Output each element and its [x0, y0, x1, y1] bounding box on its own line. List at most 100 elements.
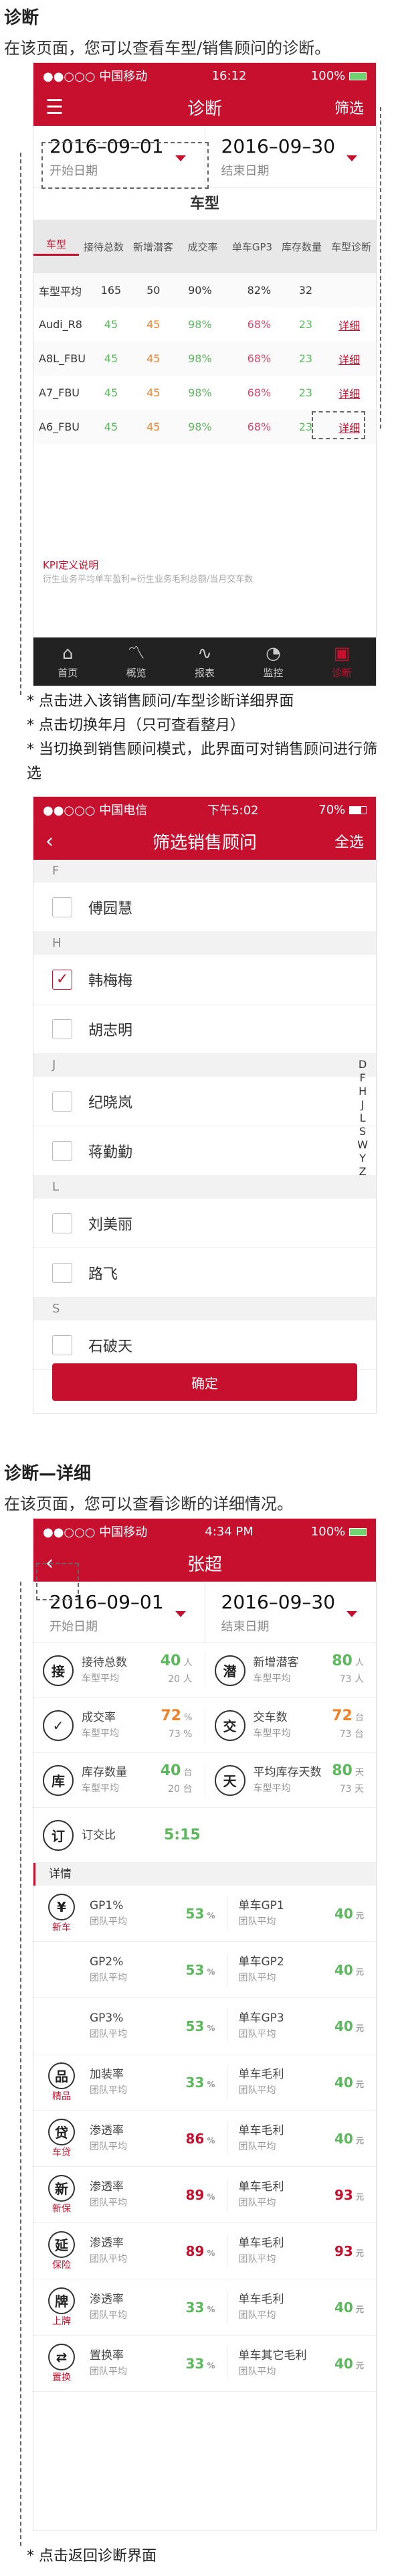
checkbox[interactable]	[52, 1213, 72, 1233]
consultant-item[interactable]: 胡志明	[33, 1004, 376, 1054]
menu-icon[interactable]: ☰	[45, 96, 64, 119]
index-letter[interactable]: F	[357, 1071, 368, 1085]
category-icon: ¥	[48, 1893, 75, 1920]
group-header: H	[33, 932, 376, 955]
metric-label: 库存数量 车型平均	[82, 1765, 127, 1794]
home-icon: ⌂	[62, 643, 74, 664]
battery-icon	[349, 72, 367, 80]
checkbox[interactable]	[52, 1091, 72, 1112]
consultant-name: 刘美丽	[88, 1216, 133, 1233]
mode-toggle-label[interactable]: 车型	[33, 192, 376, 213]
col-header[interactable]: 接待总数	[79, 240, 128, 254]
col-header[interactable]: 成交率	[178, 240, 227, 254]
section-desc-diagnosis: 在该页面，您可以查看车型/销售顾问的诊断。	[4, 39, 331, 58]
table-row: A7_FBU 45 45 98% 68% 23 详细	[33, 376, 376, 410]
tab-monitor[interactable]: ◔ 监控	[239, 637, 307, 686]
metric-label: 平均库存天数 车型平均	[253, 1765, 322, 1794]
tab-overview[interactable]: 〽概览	[102, 637, 170, 686]
table-row: A8L_FBU 45 45 98% 68% 23 详细	[33, 342, 376, 376]
cell-value: 45	[146, 318, 161, 331]
alpha-index[interactable]: DFHJLSWYZ	[357, 1058, 368, 1179]
index-letter[interactable]: D	[357, 1058, 368, 1071]
index-letter[interactable]: L	[357, 1112, 368, 1125]
detail-metric: 渗透率 团队平均 89 %	[90, 2236, 215, 2265]
tab-report[interactable]: ∿ 报表	[171, 637, 239, 686]
metric-icon: ✓	[43, 1710, 74, 1741]
callout-line	[20, 1582, 21, 2546]
detail-metric: 单车毛利 团队平均 40 元	[227, 2066, 377, 2099]
back-callout-box	[36, 1563, 79, 1600]
end-date-picker[interactable]: 2016–09–30 结束日期	[204, 1582, 377, 1643]
category-icon: 新	[48, 2174, 75, 2202]
model-name: Audi_R8	[39, 318, 82, 331]
consultant-item[interactable]: 纪晓岚	[33, 1077, 376, 1126]
nav-bar: ‹ 张超	[33, 1544, 376, 1582]
checkbox[interactable]	[52, 1335, 72, 1355]
index-letter[interactable]: Z	[357, 1165, 368, 1179]
category-icon: 贷	[48, 2118, 75, 2145]
metric-value: 40 人 20 人	[160, 1653, 193, 1685]
nav-bar: ‹ 筛选销售顾问 全选	[33, 822, 376, 860]
col-header[interactable]: 新增潜客	[128, 240, 178, 254]
consultant-name: 韩梅梅	[88, 972, 133, 990]
cell-value: 98%	[188, 421, 212, 433]
detail-metric: GP3% 团队平均 53 %	[90, 2011, 215, 2040]
battery-icon	[349, 806, 367, 814]
index-letter[interactable]: Y	[357, 1152, 368, 1165]
consultant-item[interactable]: 刘美丽	[33, 1199, 376, 1248]
filter-button[interactable]: 筛选	[334, 96, 364, 118]
detail-row: 贷车贷 渗透率 团队平均 86 % 单车毛利 团队平均 40 元	[33, 2111, 376, 2167]
consultant-item[interactable]: 石破天	[33, 1320, 376, 1370]
consultant-item[interactable]: 路飞	[33, 1248, 376, 1298]
checkbox[interactable]: ✓	[52, 969, 72, 990]
detail-metric: 单车毛利 团队平均 40 元	[227, 2291, 377, 2324]
back-icon[interactable]: ‹	[45, 830, 54, 853]
detail-link[interactable]: 详细	[322, 376, 376, 410]
consultant-list: F 傅园慧 H ✓ 韩梅梅胡志明 J 纪晓岚 蒋勤勤 L 刘美丽路飞 S 石破天	[33, 860, 376, 1370]
checkbox[interactable]	[52, 1018, 72, 1039]
dropdown-icon	[346, 155, 357, 161]
model-name: A8L_FBU	[39, 352, 86, 365]
consultant-item[interactable]: ✓ 韩梅梅	[33, 955, 376, 1004]
tab-home[interactable]: ⌂ 首页	[33, 637, 102, 686]
confirm-button[interactable]: 确定	[52, 1363, 357, 1401]
checkbox[interactable]	[52, 1140, 72, 1161]
date-range: 2016–09–01 开始日期 2016–09–30 结束日期	[33, 1582, 376, 1643]
consultant-item[interactable]: 蒋勤勤	[33, 1126, 376, 1176]
checkbox[interactable]	[52, 897, 72, 917]
table-header: 车型 接待总数 新增潜客 成交率 单车GP3 库存数量 车型诊断	[33, 220, 376, 273]
select-all-button[interactable]: 全选	[334, 830, 364, 852]
checkbox[interactable]	[52, 1262, 72, 1283]
callout-line	[380, 107, 381, 429]
cell-value: 68%	[247, 421, 272, 433]
tab-diagnosis[interactable]: ▣ 诊断	[308, 637, 376, 686]
metric-label: 接待总数 车型平均	[82, 1655, 127, 1684]
index-letter[interactable]: H	[357, 1085, 368, 1098]
table-row: Audi_R8 45 45 98% 68% 23 详细	[33, 307, 376, 342]
col-header[interactable]: 单车GP3	[227, 240, 277, 254]
consultant-name: 傅园慧	[88, 900, 133, 917]
cell-value: 45	[104, 318, 118, 331]
detail-metric: 单车其它毛利 团队平均 40 元	[227, 2347, 377, 2380]
detail-link[interactable]: 详细	[322, 307, 376, 342]
date-callout-box	[41, 142, 209, 189]
detail-metric: GP1% 团队平均 53 %	[90, 1898, 215, 1927]
index-letter[interactable]: S	[357, 1125, 368, 1138]
group-header: L	[33, 1176, 376, 1199]
consultant-item[interactable]: 傅园慧	[33, 883, 376, 932]
diagnosis-icon: ▣	[333, 643, 351, 664]
dropdown-icon	[175, 1611, 186, 1617]
col-header[interactable]: 库存数量	[277, 240, 326, 254]
index-letter[interactable]: W	[357, 1138, 368, 1152]
detail-callout-box	[312, 411, 365, 439]
index-letter[interactable]: J	[357, 1098, 368, 1112]
cell-value: 90%	[188, 284, 212, 297]
cell-value: 23	[298, 386, 313, 399]
page-title: 张超	[187, 1554, 222, 1575]
detail-link[interactable]: 详细	[322, 342, 376, 376]
cell-value: 45	[146, 386, 161, 399]
end-date-picker[interactable]: 2016–09–30 结束日期	[204, 126, 377, 187]
kpi-title: KPI定义说明	[43, 559, 99, 571]
col-header[interactable]: 车型	[33, 237, 79, 256]
section-title-detail: 诊断—详细	[4, 1464, 92, 1484]
